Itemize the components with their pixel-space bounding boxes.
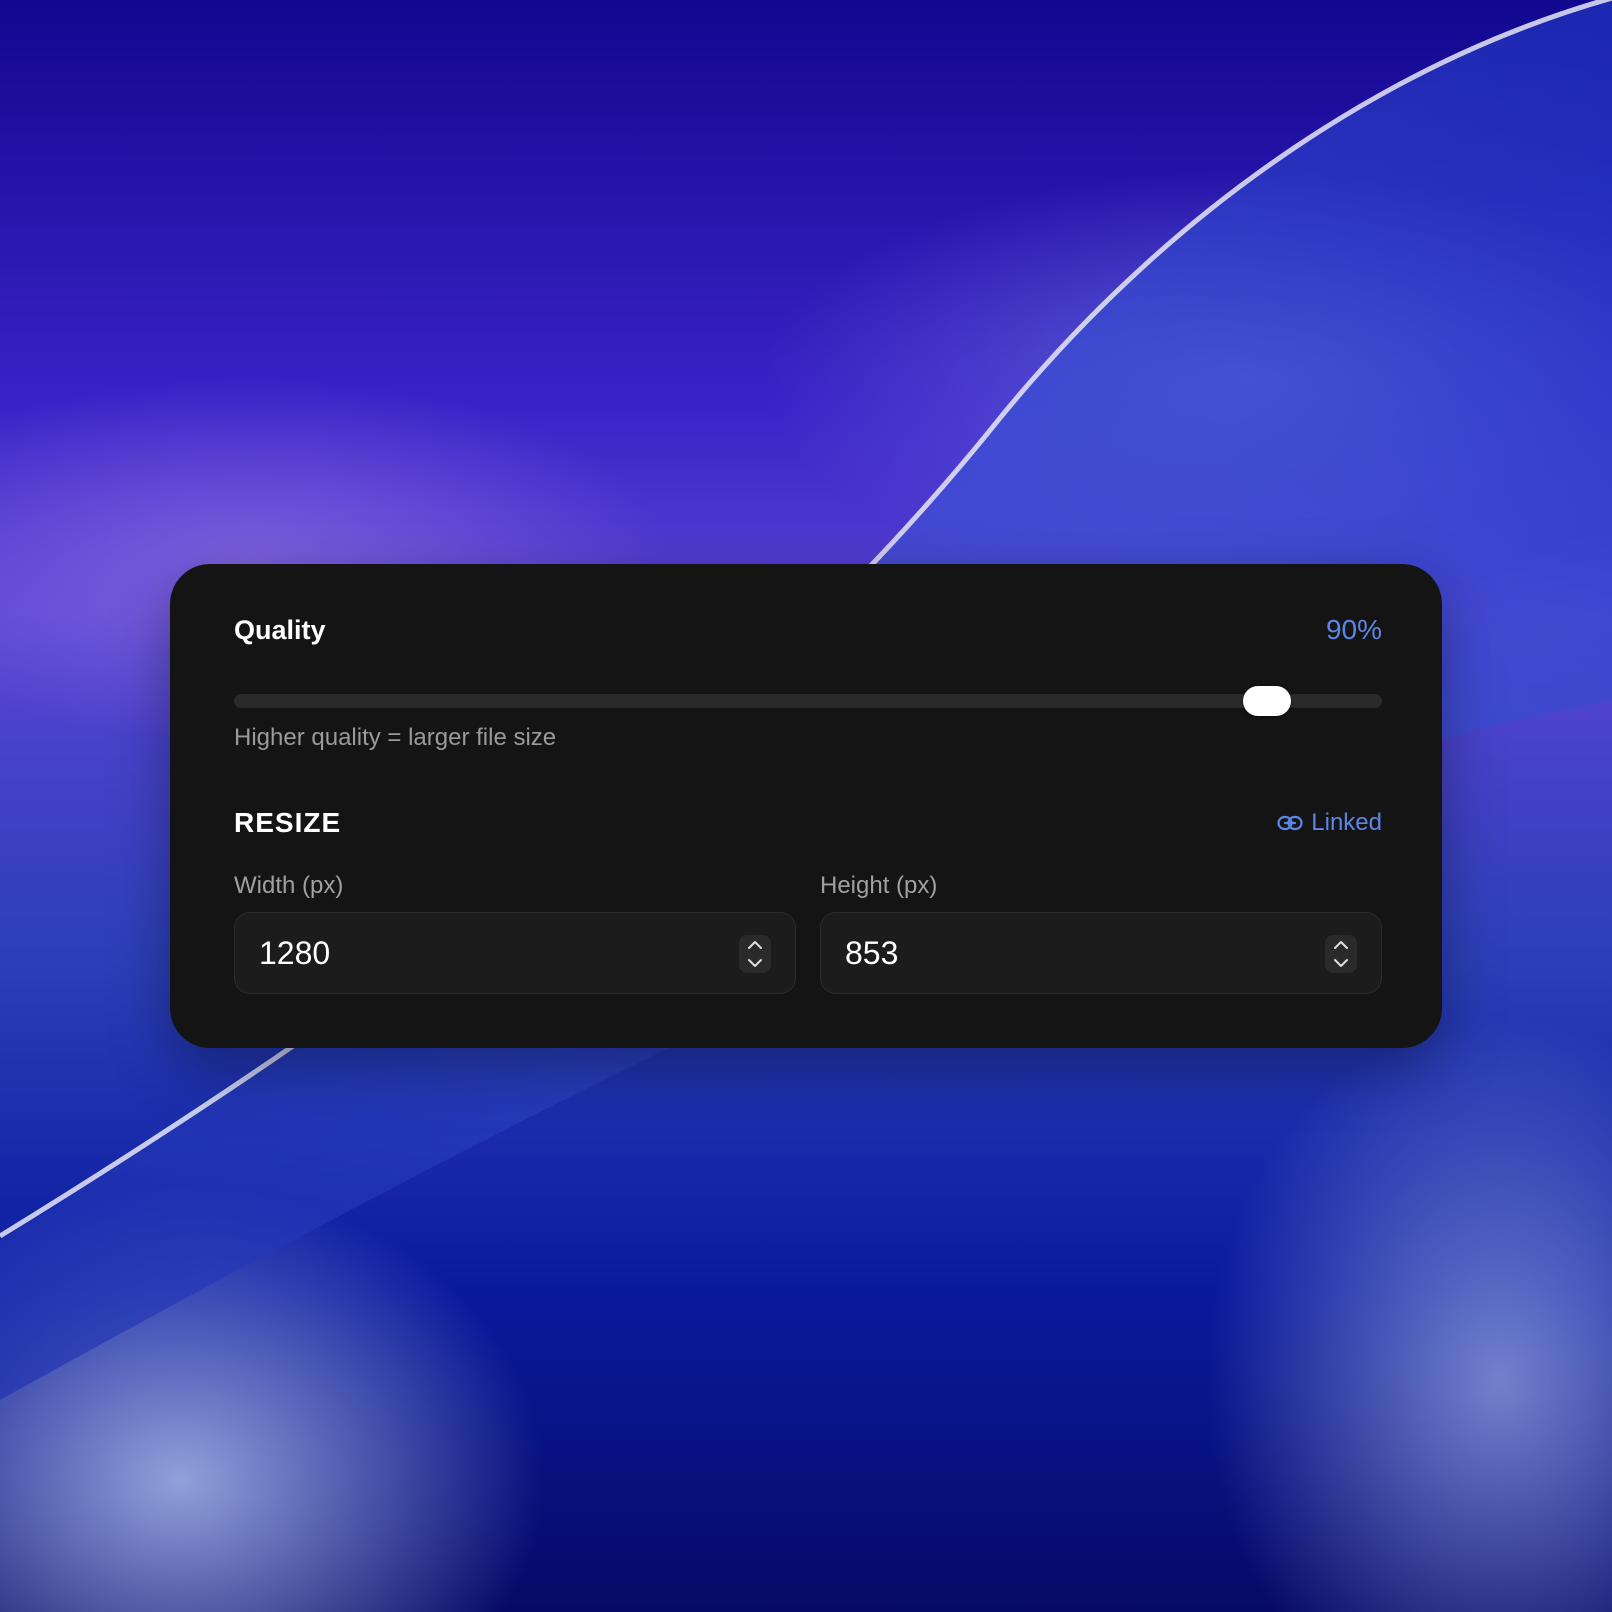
link-icon — [1277, 814, 1303, 832]
chevron-down-icon[interactable] — [1325, 954, 1357, 972]
height-input[interactable]: 853 — [820, 912, 1382, 994]
quality-slider[interactable] — [234, 686, 1382, 716]
resize-header: RESIZE Linked — [234, 804, 1382, 842]
width-input[interactable]: 1280 — [234, 912, 796, 994]
chevron-up-icon[interactable] — [1325, 936, 1357, 954]
dimension-fields: Width (px) 1280 Height (px) 853 — [234, 872, 1382, 994]
width-label: Width (px) — [234, 872, 344, 899]
export-settings-panel: Quality 90% Higher quality = larger file… — [170, 564, 1442, 1048]
resize-title: RESIZE — [234, 807, 342, 838]
height-stepper[interactable] — [1325, 935, 1357, 973]
quality-hint: Higher quality = larger file size — [234, 724, 557, 751]
width-field-group: Width (px) 1280 — [234, 872, 796, 994]
slider-track[interactable] — [234, 694, 1382, 708]
slider-thumb[interactable] — [1243, 686, 1292, 716]
quality-label: Quality — [234, 614, 326, 645]
width-value[interactable]: 1280 — [259, 913, 330, 993]
quality-header: Quality 90% — [234, 612, 1382, 648]
desktop-wallpaper: Quality 90% Higher quality = larger file… — [0, 0, 1612, 1612]
linked-toggle[interactable]: Linked — [1277, 809, 1382, 837]
linked-label: Linked — [1311, 809, 1382, 836]
chevron-down-icon[interactable] — [739, 954, 771, 972]
height-field-group: Height (px) 853 — [820, 872, 1382, 994]
quality-value: 90% — [1325, 614, 1382, 645]
chevron-up-icon[interactable] — [739, 936, 771, 954]
height-label: Height (px) — [820, 872, 938, 899]
width-stepper[interactable] — [739, 935, 771, 973]
height-value[interactable]: 853 — [845, 913, 898, 993]
